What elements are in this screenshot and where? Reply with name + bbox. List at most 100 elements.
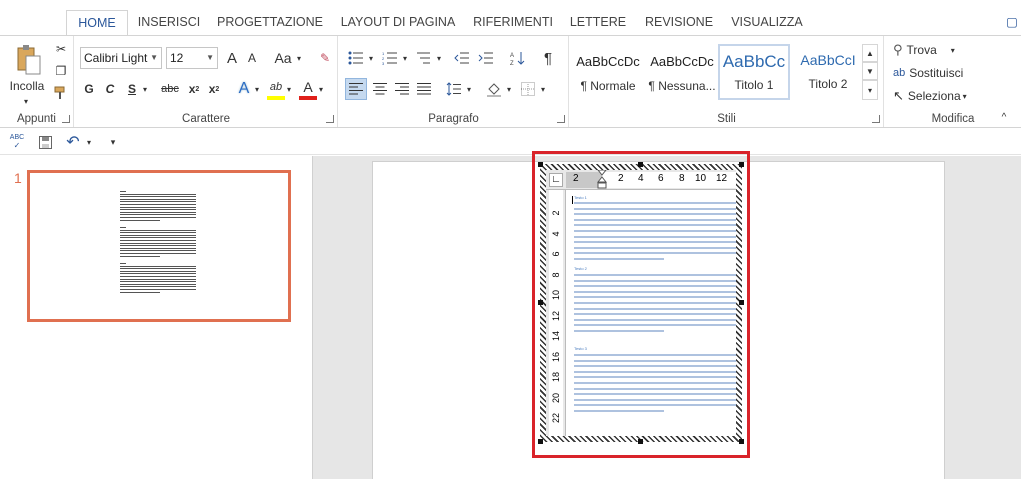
style-titolo-2[interactable]: AaBbCcI Titolo 2	[792, 44, 864, 100]
customize-qat-icon[interactable]: ▾	[106, 132, 120, 152]
indent-marker-icon[interactable]	[596, 169, 608, 190]
underline-button[interactable]: S	[123, 78, 141, 100]
superscript-button[interactable]: x2	[205, 78, 223, 100]
resize-handle[interactable]	[638, 439, 643, 444]
find-button[interactable]: ⚲ Trova ▾	[893, 40, 973, 60]
align-left-icon[interactable]	[345, 78, 367, 100]
select-button[interactable]: ↖ Seleziona ▾	[893, 86, 983, 106]
shrink-font-button[interactable]: A	[243, 47, 261, 69]
format-painter-icon[interactable]	[52, 84, 70, 102]
copy-icon[interactable]: ❐	[52, 62, 70, 80]
replace-icon: ab	[893, 67, 906, 79]
italic-button[interactable]: C	[101, 78, 119, 100]
paragraph-launcher-icon[interactable]	[557, 115, 565, 123]
word-window: HOME INSERISCI PROGETTAZIONE LAYOUT DI P…	[0, 0, 1021, 479]
style-sample: AaBbCcI	[800, 52, 856, 68]
embedded-document-frame[interactable]: ∟ 2 2 4 6 8 10 12 2 4 6 8 10 12 14 16 18…	[538, 162, 744, 444]
chevron-down-icon[interactable]: ▾	[465, 78, 473, 100]
page-thumbnail[interactable]	[27, 170, 291, 322]
borders-icon[interactable]	[517, 78, 539, 100]
change-case-button[interactable]: Aa	[271, 47, 295, 69]
font-color-button[interactable]: A	[299, 78, 317, 100]
chevron-down-icon[interactable]: ▾	[295, 47, 303, 69]
replace-button[interactable]: ab Sostituisci	[893, 63, 983, 83]
resize-handle[interactable]	[538, 162, 543, 167]
chevron-down-icon[interactable]: ▾	[401, 47, 409, 69]
grow-font-button[interactable]: A	[223, 47, 241, 69]
document-area: ∟ 2 2 4 6 8 10 12 2 4 6 8 10 12 14 16 18…	[314, 151, 1021, 479]
subscript-button[interactable]: x2	[185, 78, 203, 100]
ribbon-collapse-icon[interactable]: ▢	[1004, 10, 1020, 36]
sort-icon[interactable]: AZ	[507, 47, 529, 69]
resize-handle[interactable]	[538, 300, 543, 305]
multilevel-list-icon[interactable]	[413, 47, 435, 69]
undo-icon[interactable]: ↶	[64, 132, 82, 152]
thumbnail-text-line	[120, 206, 196, 208]
chevron-down-icon[interactable]: ▾	[253, 78, 261, 100]
tab-progettazione[interactable]: PROGETTAZIONE	[212, 10, 328, 36]
chevron-down-icon[interactable]: ▾	[141, 78, 149, 100]
style-normale[interactable]: AaBbCcDc ¶ Normale	[572, 44, 644, 100]
collapse-ribbon-icon[interactable]: ^	[997, 110, 1011, 124]
styles-scroll-down-icon[interactable]: ▼	[862, 62, 878, 80]
resize-handle[interactable]	[739, 300, 744, 305]
styles-launcher-icon[interactable]	[872, 115, 880, 123]
resize-handle[interactable]	[739, 439, 744, 444]
font-launcher-icon[interactable]	[326, 115, 334, 123]
group-editing: ⚲ Trova ▾ ab Sostituisci ↖ Seleziona ▾ Modifi…	[885, 36, 1021, 127]
font-group-label: Carattere	[182, 113, 230, 125]
tab-inserisci[interactable]: INSERISCI	[134, 10, 204, 36]
paste-button[interactable]: Incolla	[4, 78, 50, 94]
text-line	[574, 279, 736, 282]
bullets-icon[interactable]	[345, 47, 367, 69]
thumbnail-text-line	[120, 198, 196, 200]
align-right-icon[interactable]	[391, 78, 413, 100]
chevron-down-icon[interactable]: ▾	[84, 132, 94, 152]
tab-lettere[interactable]: LETTERE	[566, 10, 630, 36]
styles-scroll-up-icon[interactable]: ▲	[862, 44, 878, 62]
numbering-icon[interactable]: 123	[379, 47, 401, 69]
styles-more-icon[interactable]: ▾	[862, 80, 878, 100]
thumbnail-text-line	[120, 217, 196, 218]
tab-visualizza[interactable]: VISUALIZZA	[726, 10, 808, 36]
spelling-icon[interactable]: ABC ✓	[8, 132, 26, 152]
line-spacing-icon[interactable]	[443, 78, 465, 100]
clear-formatting-icon[interactable]: ✎	[315, 47, 335, 69]
chevron-down-icon[interactable]: ▾	[367, 47, 375, 69]
font-size-select[interactable]: 12 ▼	[166, 47, 218, 69]
align-center-icon[interactable]	[369, 78, 391, 100]
save-icon[interactable]	[36, 132, 54, 152]
highlight-button[interactable]: ab	[267, 78, 285, 100]
show-formatting-button[interactable]: ¶	[537, 47, 559, 69]
paste-icon[interactable]	[8, 42, 48, 78]
tab-revisione[interactable]: REVISIONE	[640, 10, 718, 36]
clipboard-launcher-icon[interactable]	[62, 115, 70, 123]
tab-layout-di-pagina[interactable]: LAYOUT DI PAGINA	[336, 10, 460, 36]
shading-icon[interactable]	[483, 78, 505, 100]
chevron-down-icon[interactable]: ▾	[285, 78, 293, 100]
tab-home[interactable]: HOME	[66, 10, 128, 36]
justify-icon[interactable]	[413, 78, 435, 100]
chevron-down-icon[interactable]: ▾	[505, 78, 513, 100]
paste-dropdown-icon[interactable]: ▾	[18, 96, 34, 106]
resize-handle[interactable]	[739, 162, 744, 167]
cut-icon[interactable]: ✂	[52, 40, 70, 58]
thumbnail-text-line	[120, 273, 196, 275]
chevron-down-icon[interactable]: ▾	[539, 78, 547, 100]
increase-indent-icon[interactable]	[475, 47, 497, 69]
tab-stop-icon[interactable]: ∟	[549, 173, 563, 187]
thumbnail-text-line	[120, 211, 196, 213]
text-effects-button[interactable]: A	[235, 78, 253, 100]
chevron-down-icon[interactable]: ▾	[317, 78, 325, 100]
decrease-indent-icon[interactable]	[451, 47, 473, 69]
font-family-select[interactable]: Calibri Light ▼	[80, 47, 162, 69]
chevron-down-icon[interactable]: ▾	[435, 47, 443, 69]
bold-button[interactable]: G	[80, 78, 98, 100]
strikethrough-button[interactable]: abc	[157, 78, 183, 100]
tab-riferimenti[interactable]: RIFERIMENTI	[468, 10, 558, 36]
style-nessuna-spaziatura[interactable]: AaBbCcDc ¶ Nessuna...	[646, 44, 718, 100]
resize-handle[interactable]	[538, 439, 543, 444]
embedded-document-text[interactable]: Testo 1 Testo 2 Testo 3	[568, 194, 736, 436]
resize-handle[interactable]	[638, 162, 643, 167]
style-titolo-1[interactable]: AaBbCc Titolo 1	[718, 44, 790, 100]
